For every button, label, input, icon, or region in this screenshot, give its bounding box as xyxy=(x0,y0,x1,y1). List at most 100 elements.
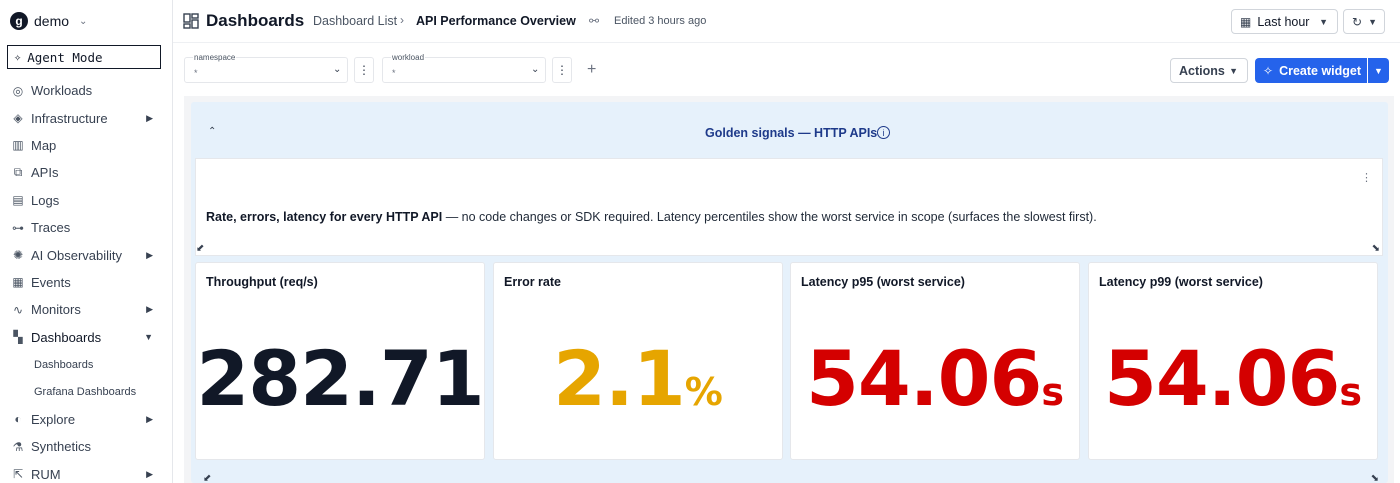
create-widget-button[interactable]: ✧ Create widget xyxy=(1255,58,1367,83)
refresh-icon: ↻ xyxy=(1352,14,1363,29)
breadcrumb-dashboard-list[interactable]: Dashboard List xyxy=(313,14,397,28)
sidebar-item-rum[interactable]: ⇱ RUM ▶ xyxy=(0,460,173,483)
variable-label: namespace xyxy=(193,53,237,62)
actions-label: Actions xyxy=(1179,63,1225,78)
sidebar-item-monitors[interactable]: ∿ Monitors ▶ xyxy=(0,296,173,323)
stat-number: 54.06 xyxy=(1103,334,1340,423)
sidebar-item-ai-observability[interactable]: ✺ AI Observability ▶ xyxy=(0,241,173,268)
variable-label: workload xyxy=(391,53,426,62)
sidebar-item-label: AI Observability xyxy=(31,247,123,263)
create-widget-dropdown[interactable]: ▼ xyxy=(1368,58,1389,83)
sidebar-subitem-grafana-dashboards[interactable]: Grafana Dashboards xyxy=(0,378,173,405)
stat-title: Latency p99 (worst service) xyxy=(1099,275,1263,289)
stat-widget-error-rate: Error rate 2.1% xyxy=(493,262,783,460)
sidebar-item-map[interactable]: ▥ Map xyxy=(0,132,173,159)
caret-right-icon: ▶ xyxy=(146,413,153,424)
stat-title: Throughput (req/s) xyxy=(206,275,318,289)
resize-handle-icon[interactable]: ⬊ xyxy=(1372,243,1380,254)
sidebar-item-label: RUM xyxy=(31,466,61,482)
info-icon[interactable]: i xyxy=(877,126,890,139)
calendar-icon: ▦ xyxy=(12,275,24,290)
page-title: Dashboards xyxy=(206,11,305,30)
stat-unit: s xyxy=(1339,370,1363,414)
dashboard-canvas: ⌃ Golden signals — HTTP APIs i ⋮ Rate, e… xyxy=(184,96,1394,483)
namespace-variable-menu[interactable]: ⋮ xyxy=(354,57,374,83)
org-logo: g xyxy=(10,12,28,30)
stat-number: 2.1 xyxy=(553,334,686,423)
dashboard-icon xyxy=(183,13,199,29)
caret-right-icon: ▶ xyxy=(146,304,153,315)
resize-handle-icon[interactable]: ⬋ xyxy=(196,243,204,254)
stat-widget-latency-p99: Latency p99 (worst service) 54.06s xyxy=(1088,262,1378,460)
stat-widget-latency-p95: Latency p95 (worst service) 54.06s xyxy=(790,262,1080,460)
calendar-icon: ▦ xyxy=(1240,14,1252,29)
collapse-icon[interactable]: ⌃ xyxy=(208,126,216,137)
sidebar-item-workloads[interactable]: ◎ Workloads xyxy=(0,77,173,104)
chevron-down-icon: ▼ xyxy=(1319,16,1328,27)
sidebar: g demo ⌄ ✧ Agent Mode ◎ Workloads ◈ Infr… xyxy=(0,0,173,483)
sidebar-item-traces[interactable]: ⊶ Traces xyxy=(0,214,173,241)
sidebar-item-apis[interactable]: ⧉ APIs xyxy=(0,159,173,186)
workload-variable-menu[interactable]: ⋮ xyxy=(552,57,572,83)
org-name: demo xyxy=(34,13,70,29)
page-header: Dashboards Dashboard List › API Performa… xyxy=(173,0,1400,42)
main-content: Dashboards Dashboard List › API Performa… xyxy=(173,0,1400,483)
sidebar-item-infrastructure[interactable]: ◈ Infrastructure ▶ xyxy=(0,104,173,131)
time-range-picker[interactable]: ▦ Last hour ▼ xyxy=(1231,9,1338,34)
stat-value: 282.71 xyxy=(196,341,484,430)
caret-right-icon: ▶ xyxy=(146,112,153,123)
text-widget-body: Rate, errors, latency for every HTTP API… xyxy=(206,210,1097,224)
traces-icon: ⊶ xyxy=(12,220,24,235)
caret-down-icon: ▼ xyxy=(144,332,153,343)
namespace-variable-select[interactable]: namespace * ⌄ xyxy=(184,53,348,83)
sidebar-item-dashboards[interactable]: ▚ Dashboards ▼ xyxy=(0,324,173,351)
sidebar-item-label: APIs xyxy=(31,165,59,181)
caret-right-icon: ▶ xyxy=(146,249,153,260)
logs-icon: ▤ xyxy=(12,193,24,208)
sidebar-item-synthetics[interactable]: ⚗ Synthetics xyxy=(0,433,173,460)
sidebar-item-events[interactable]: ▦ Events xyxy=(0,269,173,296)
sidebar-item-label: Traces xyxy=(31,220,71,236)
workload-variable-select[interactable]: workload * ⌄ xyxy=(382,53,546,83)
workloads-icon: ◎ xyxy=(12,83,24,98)
agent-mode-button[interactable]: ✧ Agent Mode xyxy=(7,45,161,69)
breadcrumb-current: API Performance Overview xyxy=(416,14,576,28)
resize-handle-icon[interactable]: ⬋ xyxy=(203,473,211,483)
actions-button[interactable]: Actions ▼ xyxy=(1170,58,1248,83)
compass-icon: ◐ xyxy=(14,412,22,427)
layers-icon: ◈ xyxy=(13,111,23,126)
caret-right-icon: ▶ xyxy=(146,468,153,479)
sidebar-item-label: Workloads xyxy=(31,83,93,99)
stat-unit: s xyxy=(1041,370,1065,414)
stat-title: Latency p95 (worst service) xyxy=(801,275,965,289)
sidebar-item-explore[interactable]: ◐ Explore ▶ xyxy=(0,406,173,433)
widget-menu-icon[interactable]: ⋮ xyxy=(1361,171,1372,184)
stat-widget-throughput: Throughput (req/s) 282.71 xyxy=(195,262,485,460)
share-icon[interactable]: ⚯ xyxy=(589,14,599,28)
add-variable-icon[interactable]: + xyxy=(587,61,596,79)
org-switcher[interactable]: g demo ⌄ xyxy=(0,0,172,42)
chevron-down-icon: ⌄ xyxy=(333,64,342,75)
sidebar-item-label: Events xyxy=(31,274,71,290)
sidebar-item-label: Monitors xyxy=(31,302,81,318)
group-title: Golden signals — HTTP APIs xyxy=(705,126,878,140)
stat-value: 2.1% xyxy=(494,341,782,430)
chevron-down-icon: ⌄ xyxy=(79,15,88,27)
stat-title: Error rate xyxy=(504,275,561,289)
sidebar-subitem-dashboards[interactable]: Dashboards xyxy=(0,351,173,378)
time-range-label: Last hour xyxy=(1257,14,1310,29)
flask-icon: ⚗ xyxy=(12,439,24,454)
sidebar-item-label: Logs xyxy=(31,192,60,208)
sidebar-item-label: Infrastructure xyxy=(31,110,108,126)
widget-group: ⌃ Golden signals — HTTP APIs i ⋮ Rate, e… xyxy=(191,102,1388,483)
refresh-button[interactable]: ↻ ▼ xyxy=(1343,9,1385,34)
chevron-right-icon: › xyxy=(400,13,404,27)
text-widget-rest: — no code changes or SDK required. Laten… xyxy=(442,210,1097,224)
rum-icon: ⇱ xyxy=(12,467,24,482)
dashboard-icon: ▚ xyxy=(13,330,23,345)
sidebar-item-logs[interactable]: ▤ Logs xyxy=(0,187,173,214)
resize-handle-icon[interactable]: ⬊ xyxy=(1371,473,1379,483)
stat-unit: % xyxy=(684,370,723,414)
sidebar-item-label: Explore xyxy=(31,411,76,427)
stat-value: 54.06s xyxy=(791,341,1079,430)
